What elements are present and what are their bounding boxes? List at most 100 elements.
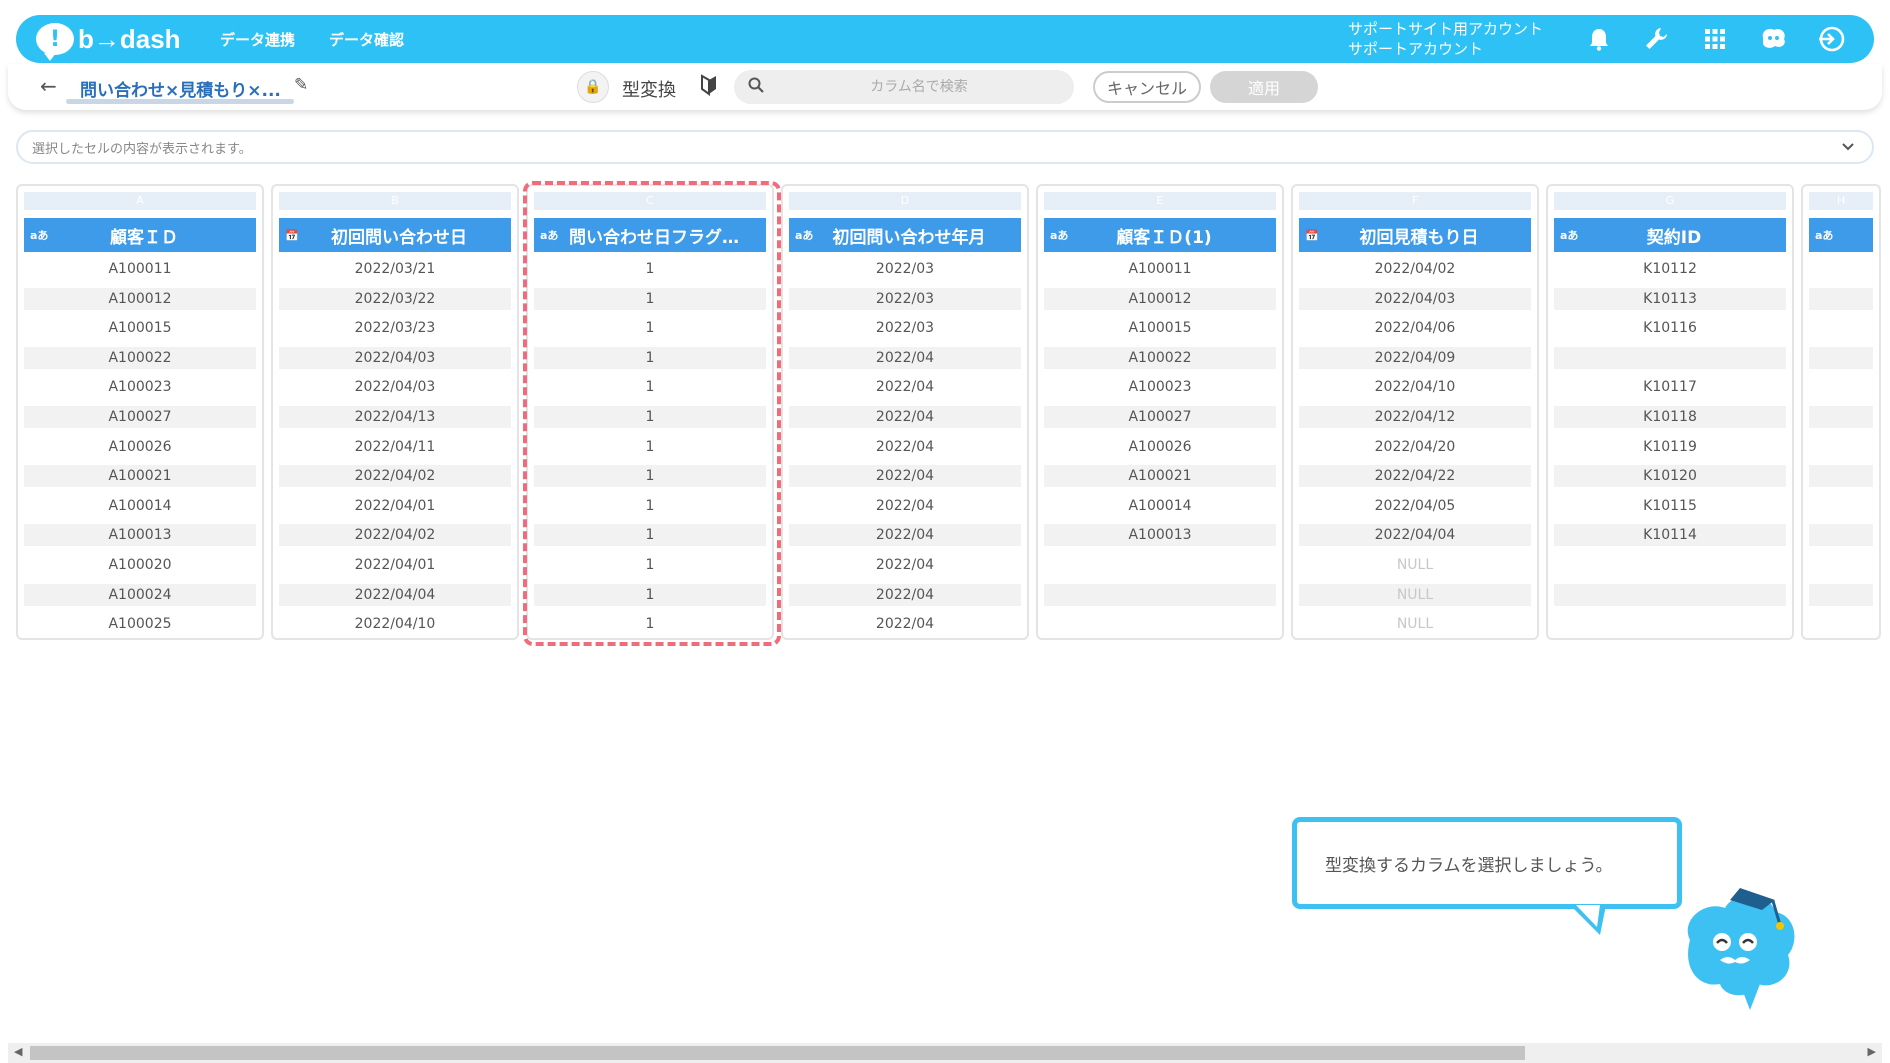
table-cell[interactable]: 2022/04/22 [1299, 465, 1531, 488]
table-cell[interactable] [1809, 495, 1873, 517]
table-cell[interactable]: A100026 [24, 436, 256, 458]
scroll-left-arrow-icon[interactable]: ◀ [14, 1045, 22, 1058]
table-cell[interactable]: A100022 [24, 346, 256, 369]
column-header[interactable]: 📅 初回問い合わせ日 [279, 218, 511, 252]
table-cell[interactable]: A100023 [24, 376, 256, 398]
column-header[interactable]: aあ 問い合わせ日フラグ… [534, 218, 766, 252]
table-cell[interactable] [1809, 583, 1873, 606]
nav-data-integration[interactable]: データ連携 [220, 29, 295, 50]
table-cell[interactable]: 2022/04 [789, 376, 1021, 398]
table-cell[interactable]: A100023 [1044, 376, 1276, 398]
table-cell[interactable]: 1 [534, 583, 766, 606]
table-cell[interactable] [1554, 583, 1786, 606]
table-cell[interactable]: 1 [534, 495, 766, 517]
table-cell[interactable] [1809, 436, 1873, 458]
table-cell[interactable] [1554, 613, 1786, 635]
column-header[interactable]: aあ 顧客ＩＤ [24, 218, 256, 252]
scrollbar-thumb[interactable] [30, 1046, 1525, 1060]
table-cell[interactable]: 2022/04/20 [1299, 436, 1531, 458]
table-cell[interactable]: 2022/03 [789, 317, 1021, 339]
table-cell[interactable]: 2022/04 [789, 405, 1021, 428]
table-cell[interactable] [1554, 554, 1786, 576]
table-cell[interactable]: 2022/03 [789, 258, 1021, 280]
table-cell[interactable]: 1 [534, 524, 766, 547]
table-cell[interactable]: 1 [534, 317, 766, 339]
table-cell[interactable]: 2022/04 [789, 465, 1021, 488]
cell-content-bar[interactable]: 選択したセルの内容が表示されます。 [16, 130, 1874, 164]
table-cell[interactable] [1809, 524, 1873, 547]
column-header[interactable]: aあ 初回問い合わせ年月 [789, 218, 1021, 252]
table-cell[interactable]: K10120 [1554, 465, 1786, 488]
table-cell[interactable]: A100026 [1044, 436, 1276, 458]
table-cell[interactable]: A100015 [24, 317, 256, 339]
table-cell[interactable]: A100013 [1044, 524, 1276, 547]
column-f[interactable]: F 📅 初回見積もり日 2022/04/02 2022/04/03 2022/04/06 2… [1291, 184, 1539, 640]
table-cell[interactable]: 1 [534, 258, 766, 280]
logout-icon[interactable] [1816, 24, 1846, 54]
table-cell[interactable] [1809, 317, 1873, 339]
table-cell[interactable] [1809, 287, 1873, 310]
table-cell[interactable]: 2022/04 [789, 583, 1021, 606]
table-cell[interactable] [1809, 465, 1873, 488]
table-cell[interactable] [1809, 613, 1873, 635]
support-mascot-icon[interactable] [1758, 24, 1788, 54]
table-cell[interactable]: 1 [534, 465, 766, 488]
column-search-input[interactable] [804, 79, 1034, 95]
table-cell[interactable]: K10116 [1554, 317, 1786, 339]
table-cell[interactable]: 1 [534, 346, 766, 369]
table-cell[interactable]: 2022/04/02 [279, 524, 511, 547]
table-cell[interactable]: 2022/04/03 [279, 376, 511, 398]
table-cell[interactable]: 2022/04/05 [1299, 495, 1531, 517]
table-cell[interactable]: A100011 [24, 258, 256, 280]
table-cell[interactable]: A100013 [24, 524, 256, 547]
table-cell[interactable]: 2022/03 [789, 287, 1021, 310]
table-cell[interactable]: 2022/04/10 [279, 613, 511, 635]
column-header[interactable]: aあ [1809, 218, 1873, 252]
table-cell[interactable]: A100014 [24, 495, 256, 517]
table-cell[interactable] [1044, 554, 1276, 576]
table-cell[interactable] [1809, 258, 1873, 280]
table-cell[interactable]: 2022/04/03 [279, 346, 511, 369]
table-cell[interactable]: 2022/04/11 [279, 436, 511, 458]
table-cell[interactable]: 2022/03/22 [279, 287, 511, 310]
table-cell[interactable]: 2022/04/04 [279, 583, 511, 606]
workflow-name[interactable]: 問い合わせ×見積もり×... [80, 76, 281, 101]
table-cell[interactable]: 2022/04 [789, 436, 1021, 458]
table-cell[interactable]: 2022/04 [789, 613, 1021, 635]
table-cell[interactable]: NULL [1299, 583, 1531, 606]
apps-grid-icon[interactable] [1700, 24, 1730, 54]
wrench-icon[interactable] [1642, 24, 1672, 54]
table-cell[interactable]: K10112 [1554, 258, 1786, 280]
table-cell[interactable]: 2022/04/10 [1299, 376, 1531, 398]
table-cell[interactable]: A100012 [24, 287, 256, 310]
table-cell[interactable]: 2022/04/04 [1299, 524, 1531, 547]
account-info[interactable]: サポートサイト用アカウント サポートアカウント [1348, 19, 1558, 59]
table-cell[interactable]: A100021 [1044, 465, 1276, 488]
column-header[interactable]: aあ 顧客ＩＤ(1) [1044, 218, 1276, 252]
scroll-right-arrow-icon[interactable]: ▶ [1868, 1045, 1876, 1058]
table-cell[interactable]: 2022/04/01 [279, 495, 511, 517]
table-cell[interactable] [1809, 376, 1873, 398]
table-cell[interactable]: 2022/03/23 [279, 317, 511, 339]
table-cell[interactable]: K10113 [1554, 287, 1786, 310]
table-cell[interactable]: 2022/04/02 [1299, 258, 1531, 280]
table-cell[interactable]: A100022 [1044, 346, 1276, 369]
chevron-down-icon[interactable] [1842, 140, 1854, 155]
table-cell[interactable]: 1 [534, 613, 766, 635]
table-cell[interactable]: 2022/04/13 [279, 405, 511, 428]
column-header[interactable]: aあ 契約ID [1554, 218, 1786, 252]
back-arrow-icon[interactable]: ← [40, 74, 57, 98]
column-e[interactable]: Eaあ 顧客ＩＤ(1) A100011 A100012 A100015 A100022 A1… [1036, 184, 1284, 640]
pencil-icon[interactable]: ✎ [294, 75, 308, 95]
horizontal-scrollbar[interactable]: ◀ ▶ [8, 1043, 1882, 1063]
table-cell[interactable]: 1 [534, 554, 766, 576]
table-cell[interactable] [1809, 405, 1873, 428]
table-cell[interactable]: 2022/04 [789, 524, 1021, 547]
table-cell[interactable]: A100011 [1044, 258, 1276, 280]
table-cell[interactable] [1044, 583, 1276, 606]
cancel-button[interactable]: キャンセル [1093, 71, 1201, 103]
table-cell[interactable]: A100020 [24, 554, 256, 576]
table-cell[interactable]: 2022/04 [789, 554, 1021, 576]
table-cell[interactable]: A100014 [1044, 495, 1276, 517]
table-cell[interactable]: A100027 [1044, 405, 1276, 428]
